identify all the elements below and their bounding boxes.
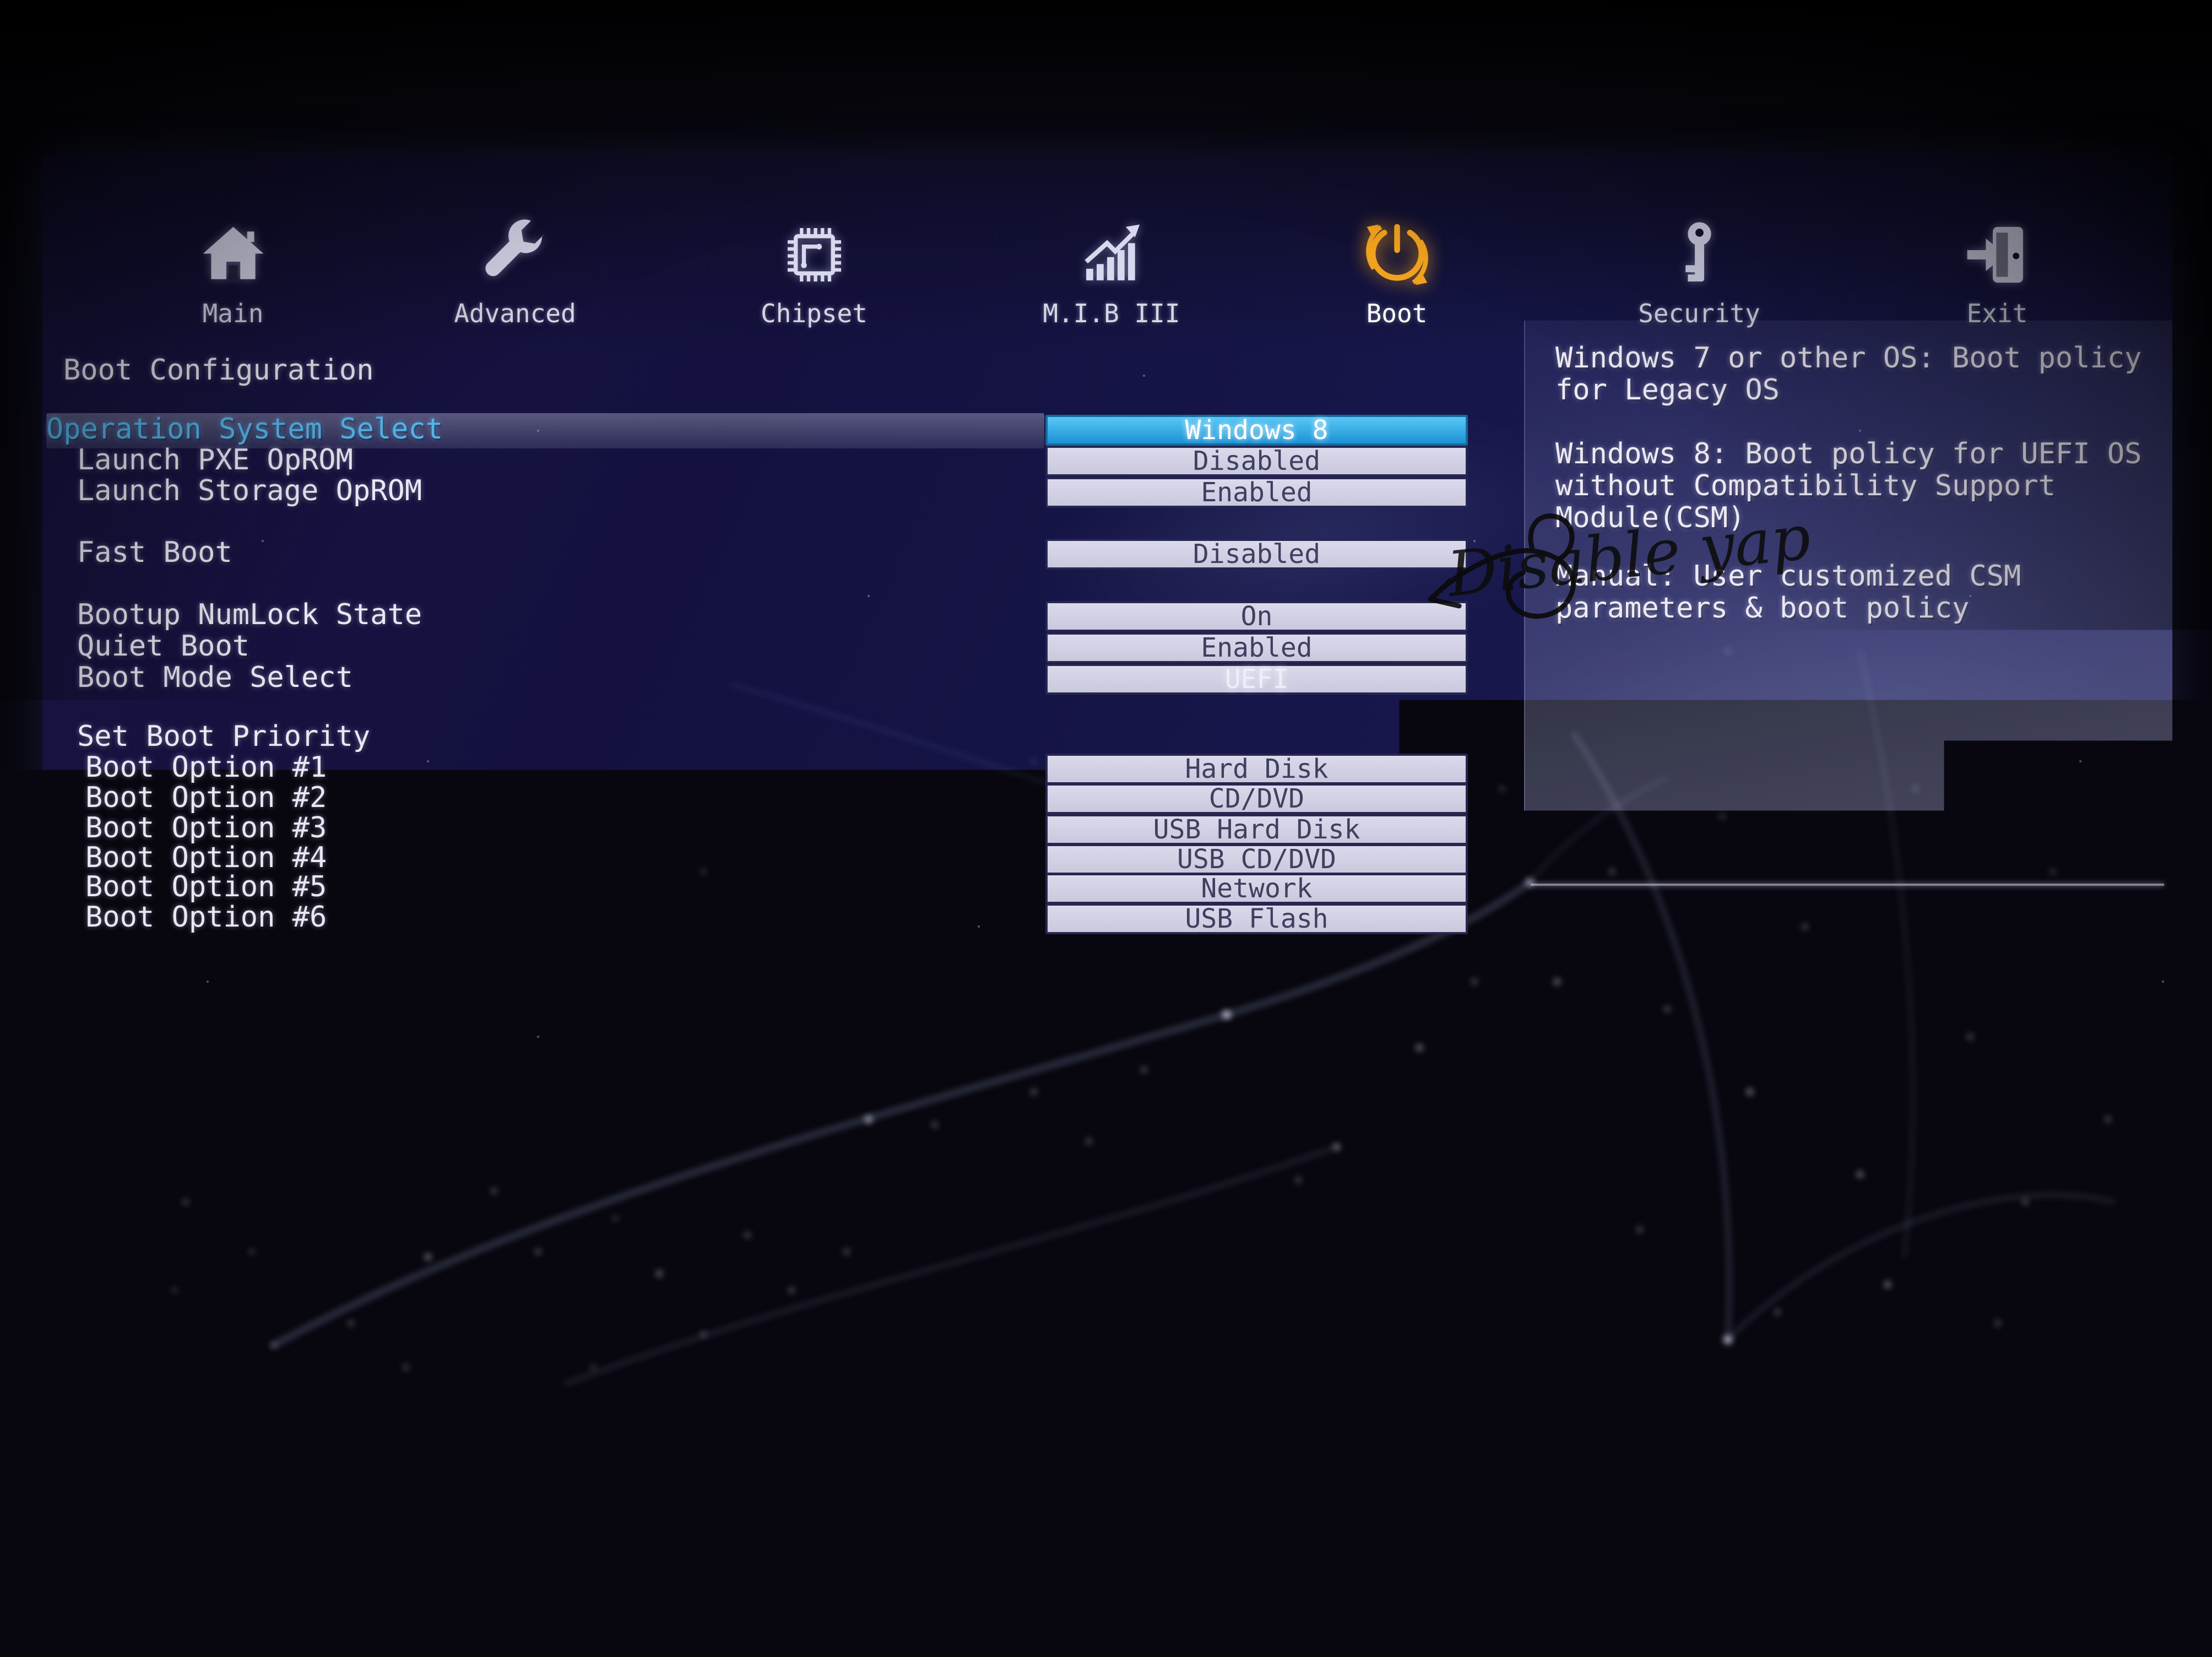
item-launch-pxe-oprom[interactable]: Launch PXE OpROM — [77, 443, 353, 477]
tab-label: Security — [1578, 299, 1820, 328]
chipset-icon — [693, 208, 935, 292]
help-text-line: Windows 8: Boot policy for UEFI OS — [1555, 437, 2141, 470]
item-boot-mode-select[interactable]: Boot Mode Select — [77, 660, 353, 695]
tab-mib-iii[interactable]: M.I.B III — [990, 208, 1233, 328]
value-boot-option-5[interactable]: Network — [1045, 873, 1468, 904]
section-title: Boot Configuration — [63, 353, 374, 387]
power-led — [2061, 1559, 2085, 1575]
legend-select-item: ↑↓/Click: Select Item — [1555, 933, 1917, 966]
value-boot-option-3[interactable]: USB Hard Disk — [1045, 814, 1468, 845]
item-launch-storage-oprom[interactable]: Launch Storage OpROM — [77, 474, 422, 508]
legend-f1-help: F1: General Help — [1555, 1022, 1831, 1055]
item-boot-option-6[interactable]: Boot Option #6 — [85, 900, 327, 934]
chart-icon — [990, 208, 1233, 292]
legend-f3-defaults: F3: Optimized Defaults — [1555, 1082, 1935, 1115]
bezel-red-glow-right — [1669, 1517, 2115, 1524]
help-text-line: for Legacy OS — [1555, 373, 1780, 407]
item-fast-boot[interactable]: Fast Boot — [77, 535, 232, 570]
legend-f4-save-exit: F4: Save & Exit — [1555, 1112, 1814, 1145]
legend-change-opt: +/-: Change Opt. — [1555, 993, 1831, 1026]
value-boot-option-4[interactable]: USB CD/DVD — [1045, 844, 1468, 875]
tab-boot[interactable]: Boot — [1276, 208, 1518, 328]
value-fast-boot[interactable]: Disabled — [1045, 539, 1468, 570]
legend-select-screen: →←: Select Screen — [1555, 903, 1848, 936]
tab-chipset[interactable]: Chipset — [693, 208, 935, 328]
item-bootup-numlock-state[interactable]: Bootup NumLock State — [77, 598, 422, 632]
value-launch-pxe-oprom[interactable]: Disabled — [1045, 446, 1468, 476]
value-quiet-boot[interactable]: Enabled — [1045, 632, 1468, 663]
item-boot-option-5[interactable]: Boot Option #5 — [85, 870, 327, 904]
exit-door-icon — [1876, 208, 2118, 292]
legend-esc-exit: ESC/Right Click: Exit — [1555, 1141, 1917, 1174]
tab-label: M.I.B III — [990, 299, 1233, 328]
tab-advanced[interactable]: Advanced — [394, 208, 636, 328]
tab-label: Chipset — [693, 299, 935, 328]
value-boot-mode-select[interactable]: UEFI — [1045, 664, 1468, 695]
legend-select: Enter/Dbl Click: Select — [1555, 963, 1952, 996]
item-operation-system-select[interactable]: Operation System Select — [46, 412, 443, 446]
help-text-line: without Compatibility Support — [1555, 469, 2056, 502]
item-quiet-boot[interactable]: Quiet Boot — [77, 629, 250, 663]
value-launch-storage-oprom[interactable]: Enabled — [1045, 477, 1468, 508]
value-boot-option-1[interactable]: Hard Disk — [1045, 754, 1468, 784]
value-bootup-numlock-state[interactable]: On — [1045, 601, 1468, 632]
wrench-icon — [394, 208, 636, 292]
home-icon — [112, 208, 354, 292]
bezel-red-glow-left — [1011, 1521, 1578, 1530]
priority-section-title: Set Boot Priority — [77, 719, 370, 754]
legend-f2-previous: F2: Previous Values — [1555, 1052, 1883, 1085]
help-text-line: Manual: User customized CSM — [1555, 560, 2021, 593]
value-boot-option-6[interactable]: USB Flash — [1045, 903, 1468, 934]
tab-label: Advanced — [394, 299, 636, 328]
help-text-line: parameters & boot policy — [1555, 592, 1969, 625]
tab-security[interactable]: Security — [1578, 208, 1820, 328]
tab-label: Boot — [1276, 299, 1518, 328]
item-boot-option-1[interactable]: Boot Option #1 — [85, 750, 327, 784]
power-icon — [1276, 208, 1518, 292]
value-operation-system-select[interactable]: Windows 8 — [1045, 415, 1468, 446]
help-text-line: Windows 7 or other OS: Boot policy — [1555, 342, 2141, 375]
tab-main[interactable]: Main — [112, 208, 354, 328]
key-icon — [1578, 208, 1820, 292]
help-panel-divider — [1531, 884, 2164, 886]
item-boot-option-2[interactable]: Boot Option #2 — [85, 781, 327, 815]
bezel-red-reflection — [1617, 1426, 1669, 1456]
monitor-brand-logo: Casper — [991, 1441, 1344, 1516]
tab-label: Exit — [1876, 299, 2118, 328]
bios-screen: Main Advanced Chipset M.I.B III Boot Sec… — [42, 155, 2172, 1394]
tab-exit[interactable]: Exit — [1876, 208, 2118, 328]
item-boot-option-3[interactable]: Boot Option #3 — [85, 811, 327, 845]
value-boot-option-2[interactable]: CD/DVD — [1045, 783, 1468, 814]
help-text-line: Module(CSM) — [1555, 501, 1745, 534]
tab-label: Main — [112, 299, 354, 328]
